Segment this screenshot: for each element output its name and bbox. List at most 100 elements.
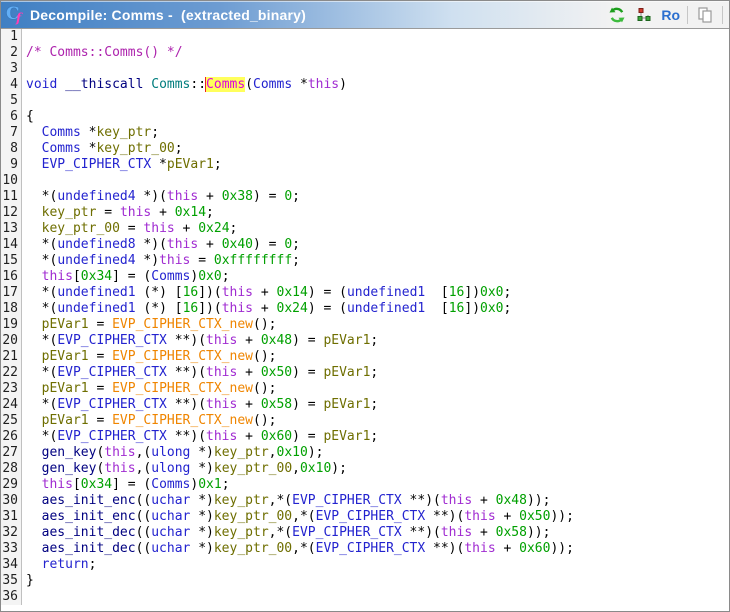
code-token[interactable]: + (198, 237, 221, 252)
code-token[interactable]: *( (26, 285, 58, 300)
code-token[interactable]: 0x10 (277, 445, 308, 460)
code-token[interactable]: undefined4 (57, 253, 135, 268)
code-token[interactable]: pEVar1 (323, 365, 370, 380)
code-token[interactable] (26, 157, 42, 172)
code-token[interactable]: EVP_CIPHER_CTX_new (112, 349, 253, 364)
code-token[interactable]: )); (550, 509, 573, 524)
code-token[interactable]: (*) [ (136, 301, 182, 316)
code-token[interactable]: key_ptr (96, 125, 151, 140)
code-token[interactable]: (( (136, 509, 152, 524)
code-token[interactable]: 0x60 (261, 429, 292, 444)
code-token[interactable]: *)( (136, 189, 167, 204)
code-token[interactable]: + (151, 205, 174, 220)
code-token[interactable]: **)( (167, 365, 206, 380)
code-line[interactable]: 12 key_ptr = this + 0x14; (1, 205, 729, 221)
code-line[interactable]: 5 (1, 93, 729, 109)
code-token[interactable]: **)( (167, 397, 206, 412)
code-token[interactable]: 0x40 (222, 237, 253, 252)
code-token[interactable]: pEVar1 (42, 349, 89, 364)
code-line[interactable]: 29 this[0x34] = (Comms)0x1; (1, 477, 729, 493)
code-line[interactable]: 32 aes_init_dec((uchar *)key_ptr,*(EVP_C… (1, 525, 729, 541)
code-token[interactable]: = (89, 349, 112, 364)
code-token[interactable]: pEVar1 (323, 429, 370, 444)
code-token[interactable]: 0x14 (175, 205, 206, 220)
code-token[interactable]: (); (253, 413, 276, 428)
code-token[interactable]: ; (292, 253, 300, 268)
code-token[interactable]: ,*( (292, 541, 315, 556)
code-token[interactable]: *) (136, 253, 159, 268)
code-token[interactable]: *( (26, 189, 58, 204)
code-token[interactable]: ; (222, 269, 230, 284)
code-token[interactable]: [ (425, 301, 449, 316)
code-token[interactable]: 0x1 (198, 477, 221, 492)
code-token[interactable]: 0x58 (261, 397, 292, 412)
code-token[interactable]: { (26, 109, 34, 124)
code-token[interactable]: ,*( (292, 509, 315, 524)
code-token[interactable]: ) = (292, 333, 323, 348)
code-token[interactable]: )); (550, 541, 573, 556)
code-token[interactable]: undefined1 (57, 301, 135, 316)
code-token[interactable]: ; (230, 221, 238, 236)
code-token[interactable] (26, 141, 42, 156)
code-token[interactable]: 0x0 (480, 301, 503, 316)
code-token[interactable]: ; (370, 397, 378, 412)
code-token[interactable]: *) (190, 461, 214, 476)
code-token[interactable]: key_ptr_00 (96, 141, 174, 156)
code-token[interactable] (26, 125, 42, 140)
code-token[interactable]: 0x60 (519, 541, 550, 556)
refresh-button[interactable] (607, 5, 627, 25)
code-line[interactable]: 11 *(undefined4 *)(this + 0x38) = 0; (1, 189, 729, 205)
code-token[interactable]: Comms (151, 77, 190, 92)
code-token[interactable]: * (151, 157, 167, 172)
code-token[interactable]: this (167, 237, 198, 252)
code-token[interactable]: key_ptr (214, 525, 269, 540)
code-token[interactable] (57, 77, 65, 92)
code-token[interactable]: 0x10 (300, 461, 331, 476)
code-token[interactable]: *( (26, 365, 58, 380)
code-token[interactable] (26, 509, 42, 524)
code-token[interactable]: ; (175, 141, 183, 156)
code-token[interactable]: aes_init_dec (42, 541, 136, 556)
code-line[interactable]: 25 pEVar1 = EVP_CIPHER_CTX_new(); (1, 413, 729, 429)
code-token[interactable]: EVP_CIPHER_CTX (57, 429, 167, 444)
code-token[interactable] (26, 557, 42, 572)
code-token[interactable]: key_ptr (214, 493, 269, 508)
code-token[interactable]: *( (26, 301, 58, 316)
code-token[interactable]: *( (26, 237, 58, 252)
code-token[interactable]: undefined1 (347, 285, 425, 300)
code-line[interactable]: 30 aes_init_enc((uchar *)key_ptr,*(EVP_C… (1, 493, 729, 509)
code-token[interactable]: 0x24 (277, 301, 308, 316)
code-token[interactable]: pEVar1 (323, 333, 370, 348)
code-token[interactable] (26, 413, 42, 428)
code-line[interactable]: 22 *(EVP_CIPHER_CTX **)(this + 0x50) = p… (1, 365, 729, 381)
code-token[interactable]: ( (245, 77, 253, 92)
code-token[interactable]: (( (136, 493, 152, 508)
code-token[interactable] (26, 381, 42, 396)
code-token[interactable] (26, 349, 42, 364)
code-token[interactable]: undefined1 (57, 285, 135, 300)
code-token[interactable]: EVP_CIPHER_CTX_new (112, 413, 253, 428)
code-token[interactable]: gen_key (42, 461, 97, 476)
code-token[interactable]: 0x48 (261, 333, 292, 348)
code-line[interactable]: 3 (1, 61, 729, 77)
code-token[interactable]: pEVar1 (323, 397, 370, 412)
code-token[interactable]: ; (504, 285, 512, 300)
code-token[interactable] (26, 221, 42, 236)
code-token[interactable]: 0x24 (198, 221, 229, 236)
code-token[interactable]: = (96, 205, 119, 220)
code-token[interactable]: this (308, 77, 339, 92)
code-token[interactable]: + (237, 365, 260, 380)
code-token[interactable]: ; (370, 429, 378, 444)
code-token[interactable]: this (167, 189, 198, 204)
code-token[interactable]: + (253, 285, 276, 300)
code-token[interactable]: this (441, 525, 472, 540)
code-token[interactable]: aes_init_enc (42, 509, 136, 524)
code-line[interactable]: 2 /* Comms::Comms() */ (1, 45, 729, 61)
code-token[interactable]: 0x0 (480, 285, 503, 300)
code-token[interactable]: pEVar1 (42, 317, 89, 332)
code-token[interactable]: = (89, 413, 112, 428)
code-token[interactable]: 0 (284, 237, 292, 252)
code-token[interactable]: ulong (151, 445, 190, 460)
code-token[interactable]: * (81, 125, 97, 140)
code-token[interactable]: ]) (464, 301, 480, 316)
